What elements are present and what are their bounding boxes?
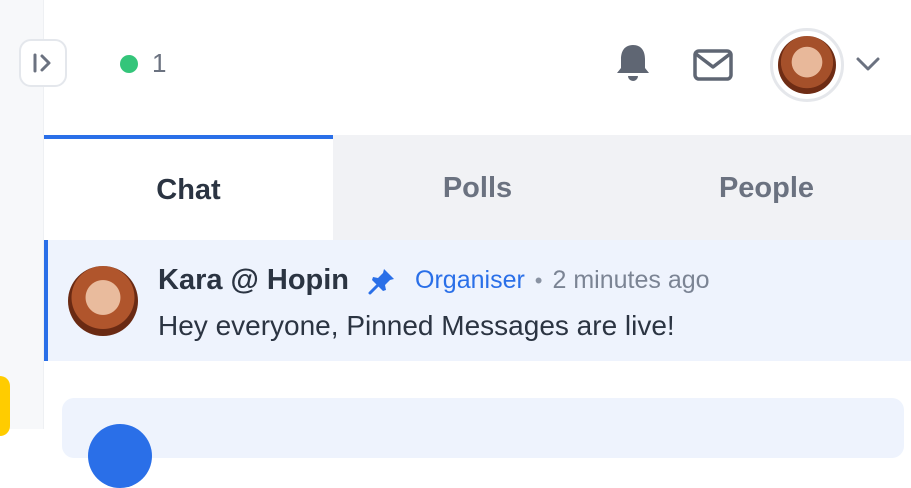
user-avatar-button[interactable] <box>770 28 844 102</box>
avatar <box>778 36 836 94</box>
messages-button[interactable] <box>690 44 736 86</box>
expand-sidebar-button[interactable] <box>19 39 67 87</box>
bell-icon <box>617 45 649 81</box>
message-timestamp: 2 minutes ago <box>552 266 710 294</box>
separator-dot: • <box>534 267 543 293</box>
online-indicator: 1 <box>120 48 166 79</box>
message-text: Hey everyone, Pinned Messages are live! <box>158 310 675 341</box>
role-badge: Organiser <box>415 266 525 294</box>
account-menu-toggle[interactable] <box>852 48 884 80</box>
chat-message-card <box>62 398 904 488</box>
tab-bar: Chat Polls People <box>44 135 911 240</box>
author-name[interactable]: Kara @ Hopin <box>158 264 349 297</box>
side-handle[interactable] <box>0 376 10 436</box>
tab-chat[interactable]: Chat <box>44 135 333 240</box>
online-status-dot <box>120 54 138 73</box>
tab-polls[interactable]: Polls <box>333 135 622 240</box>
chevron-down-icon <box>856 57 880 71</box>
pin-icon <box>367 266 397 296</box>
pinned-message: Kara @ Hopin Organiser • 2 minutes ago H… <box>44 240 911 361</box>
mail-icon <box>693 49 733 81</box>
tab-people[interactable]: People <box>622 135 911 240</box>
sidebar-expand-icon <box>33 53 51 73</box>
author-avatar <box>68 266 138 336</box>
avatar <box>88 424 152 488</box>
message-header: Kara @ Hopin Organiser • 2 minutes ago <box>158 264 710 297</box>
online-count: 1 <box>152 48 167 78</box>
notifications-button[interactable] <box>612 42 654 84</box>
